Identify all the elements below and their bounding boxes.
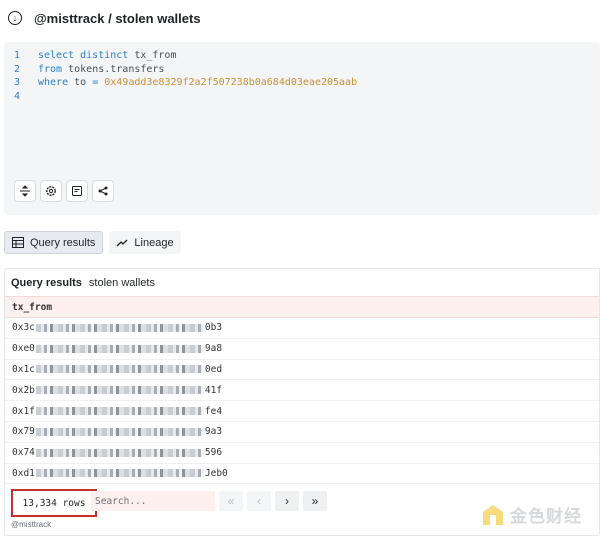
table-icon — [12, 237, 24, 248]
watermark-text: 金色财经 — [510, 507, 582, 526]
results-title: Query results — [11, 276, 82, 289]
table-row[interactable]: 0xe0 9a8 — [5, 339, 599, 360]
line-number: 4 — [14, 90, 21, 102]
tab-label: Query results — [30, 236, 96, 249]
notes-icon[interactable] — [66, 180, 88, 202]
redacted-address — [35, 469, 204, 478]
redacted-address — [35, 427, 204, 436]
share-icon[interactable] — [92, 180, 114, 202]
redacted-address — [35, 407, 204, 416]
tab-label: Lineage — [134, 236, 174, 249]
query-title: @misttrack / stolen wallets — [34, 10, 201, 26]
address-prefix: 0x2b — [12, 384, 35, 396]
query-header: ↓ @misttrack / stolen wallets — [0, 0, 600, 36]
table-row[interactable]: 0x1c 0ed — [5, 360, 599, 381]
column-header-tx-from[interactable]: tx_from — [5, 296, 599, 318]
prev-page-button[interactable]: ‹ — [247, 491, 271, 511]
next-page-button[interactable]: › — [275, 491, 299, 511]
table-row[interactable]: 0x74 596 — [5, 443, 599, 464]
address-prefix: 0xd1 — [12, 467, 35, 479]
address-suffix: 0b3 — [204, 322, 223, 334]
table-row[interactable]: 0x2b 41f — [5, 380, 599, 402]
code-token: select distinct — [38, 50, 135, 61]
address-suffix: Jeb0 — [204, 467, 228, 479]
code-token: = — [92, 77, 105, 89]
address-prefix: 0x1c — [12, 363, 35, 375]
tab-query-results[interactable]: Query results — [4, 231, 104, 254]
redacted-address — [35, 386, 204, 395]
settings-icon[interactable] — [40, 180, 62, 202]
results-table-body: 0x3c 0b3 0xe0 9a8 0x1c 0ed 0x2b 41f 0x1f fe4 0x79 9… — [5, 318, 599, 485]
address-prefix: 0x74 — [12, 447, 35, 459]
address-prefix: 0x1f — [12, 405, 35, 417]
line-number: 2 — [14, 63, 21, 75]
sql-editor[interactable]: 1 select distinct tx_from 2 from tokens.tra… — [4, 42, 600, 215]
code-token: 0x49add3e8329f2a2f507238b0a684d03eae205a… — [104, 77, 358, 89]
code-line[interactable]: 3 where to = 0x49add3e8329f2a2f507238b0a6… — [14, 76, 357, 90]
editor-toolbar — [14, 180, 114, 202]
address-suffix: 596 — [204, 447, 223, 459]
pagination: « ‹ › » — [219, 491, 327, 511]
code-token: to — [74, 77, 93, 89]
address-prefix: 0x3c — [12, 322, 35, 334]
address-prefix: 0x79 — [12, 426, 35, 438]
watermark-logo-icon — [482, 504, 504, 526]
address-suffix: 0ed — [204, 363, 223, 375]
results-panel: Query results stolen wallets tx_from 0x3… — [4, 268, 600, 536]
results-subtitle: stolen wallets — [88, 276, 155, 289]
redacted-address — [35, 448, 204, 457]
lineage-icon — [116, 239, 128, 247]
address-suffix: 9a3 — [204, 426, 223, 438]
address-suffix: 9a8 — [204, 343, 223, 355]
collapse-icon[interactable] — [14, 180, 36, 202]
tab-lineage[interactable]: Lineage — [109, 231, 181, 254]
redacted-address — [35, 365, 204, 374]
redacted-address — [35, 344, 204, 353]
row-count: 13,334 rows — [11, 489, 97, 517]
table-row[interactable]: 0xd1 Jeb0 — [5, 464, 599, 485]
code-token: tx_from — [134, 50, 177, 61]
last-page-button[interactable]: » — [303, 491, 327, 511]
table-row[interactable]: 0x3c 0b3 — [5, 318, 599, 339]
first-page-button[interactable]: « — [219, 491, 243, 511]
code-line[interactable]: 2 from tokens.transfers — [14, 63, 357, 77]
address-suffix: 41f — [204, 384, 223, 396]
code-token: from — [38, 63, 69, 75]
code-token: where — [38, 77, 75, 89]
code-line[interactable]: 4 — [14, 90, 357, 104]
watermark: 金色财经 — [482, 502, 582, 527]
results-title-bar: Query results stolen wallets — [5, 269, 599, 296]
line-number: 1 — [14, 50, 21, 61]
redacted-address — [35, 323, 204, 332]
code-line[interactable]: 1 select distinct tx_from — [14, 49, 357, 63]
credit-text: @misttrack — [11, 520, 52, 529]
code-token: tokens.transfers — [68, 63, 165, 75]
address-suffix: fe4 — [204, 405, 223, 417]
result-tabs: Query results Lineage — [4, 231, 181, 254]
search-input[interactable]: Search... — [91, 491, 215, 511]
address-prefix: 0xe0 — [12, 343, 35, 355]
line-number: 3 — [14, 77, 21, 89]
arrow-circle-icon[interactable]: ↓ — [8, 11, 22, 25]
sql-code[interactable]: 1 select distinct tx_from 2 from tokens.tra… — [14, 49, 357, 103]
table-row[interactable]: 0x1f fe4 — [5, 401, 599, 422]
table-row[interactable]: 0x79 9a3 — [5, 422, 599, 443]
